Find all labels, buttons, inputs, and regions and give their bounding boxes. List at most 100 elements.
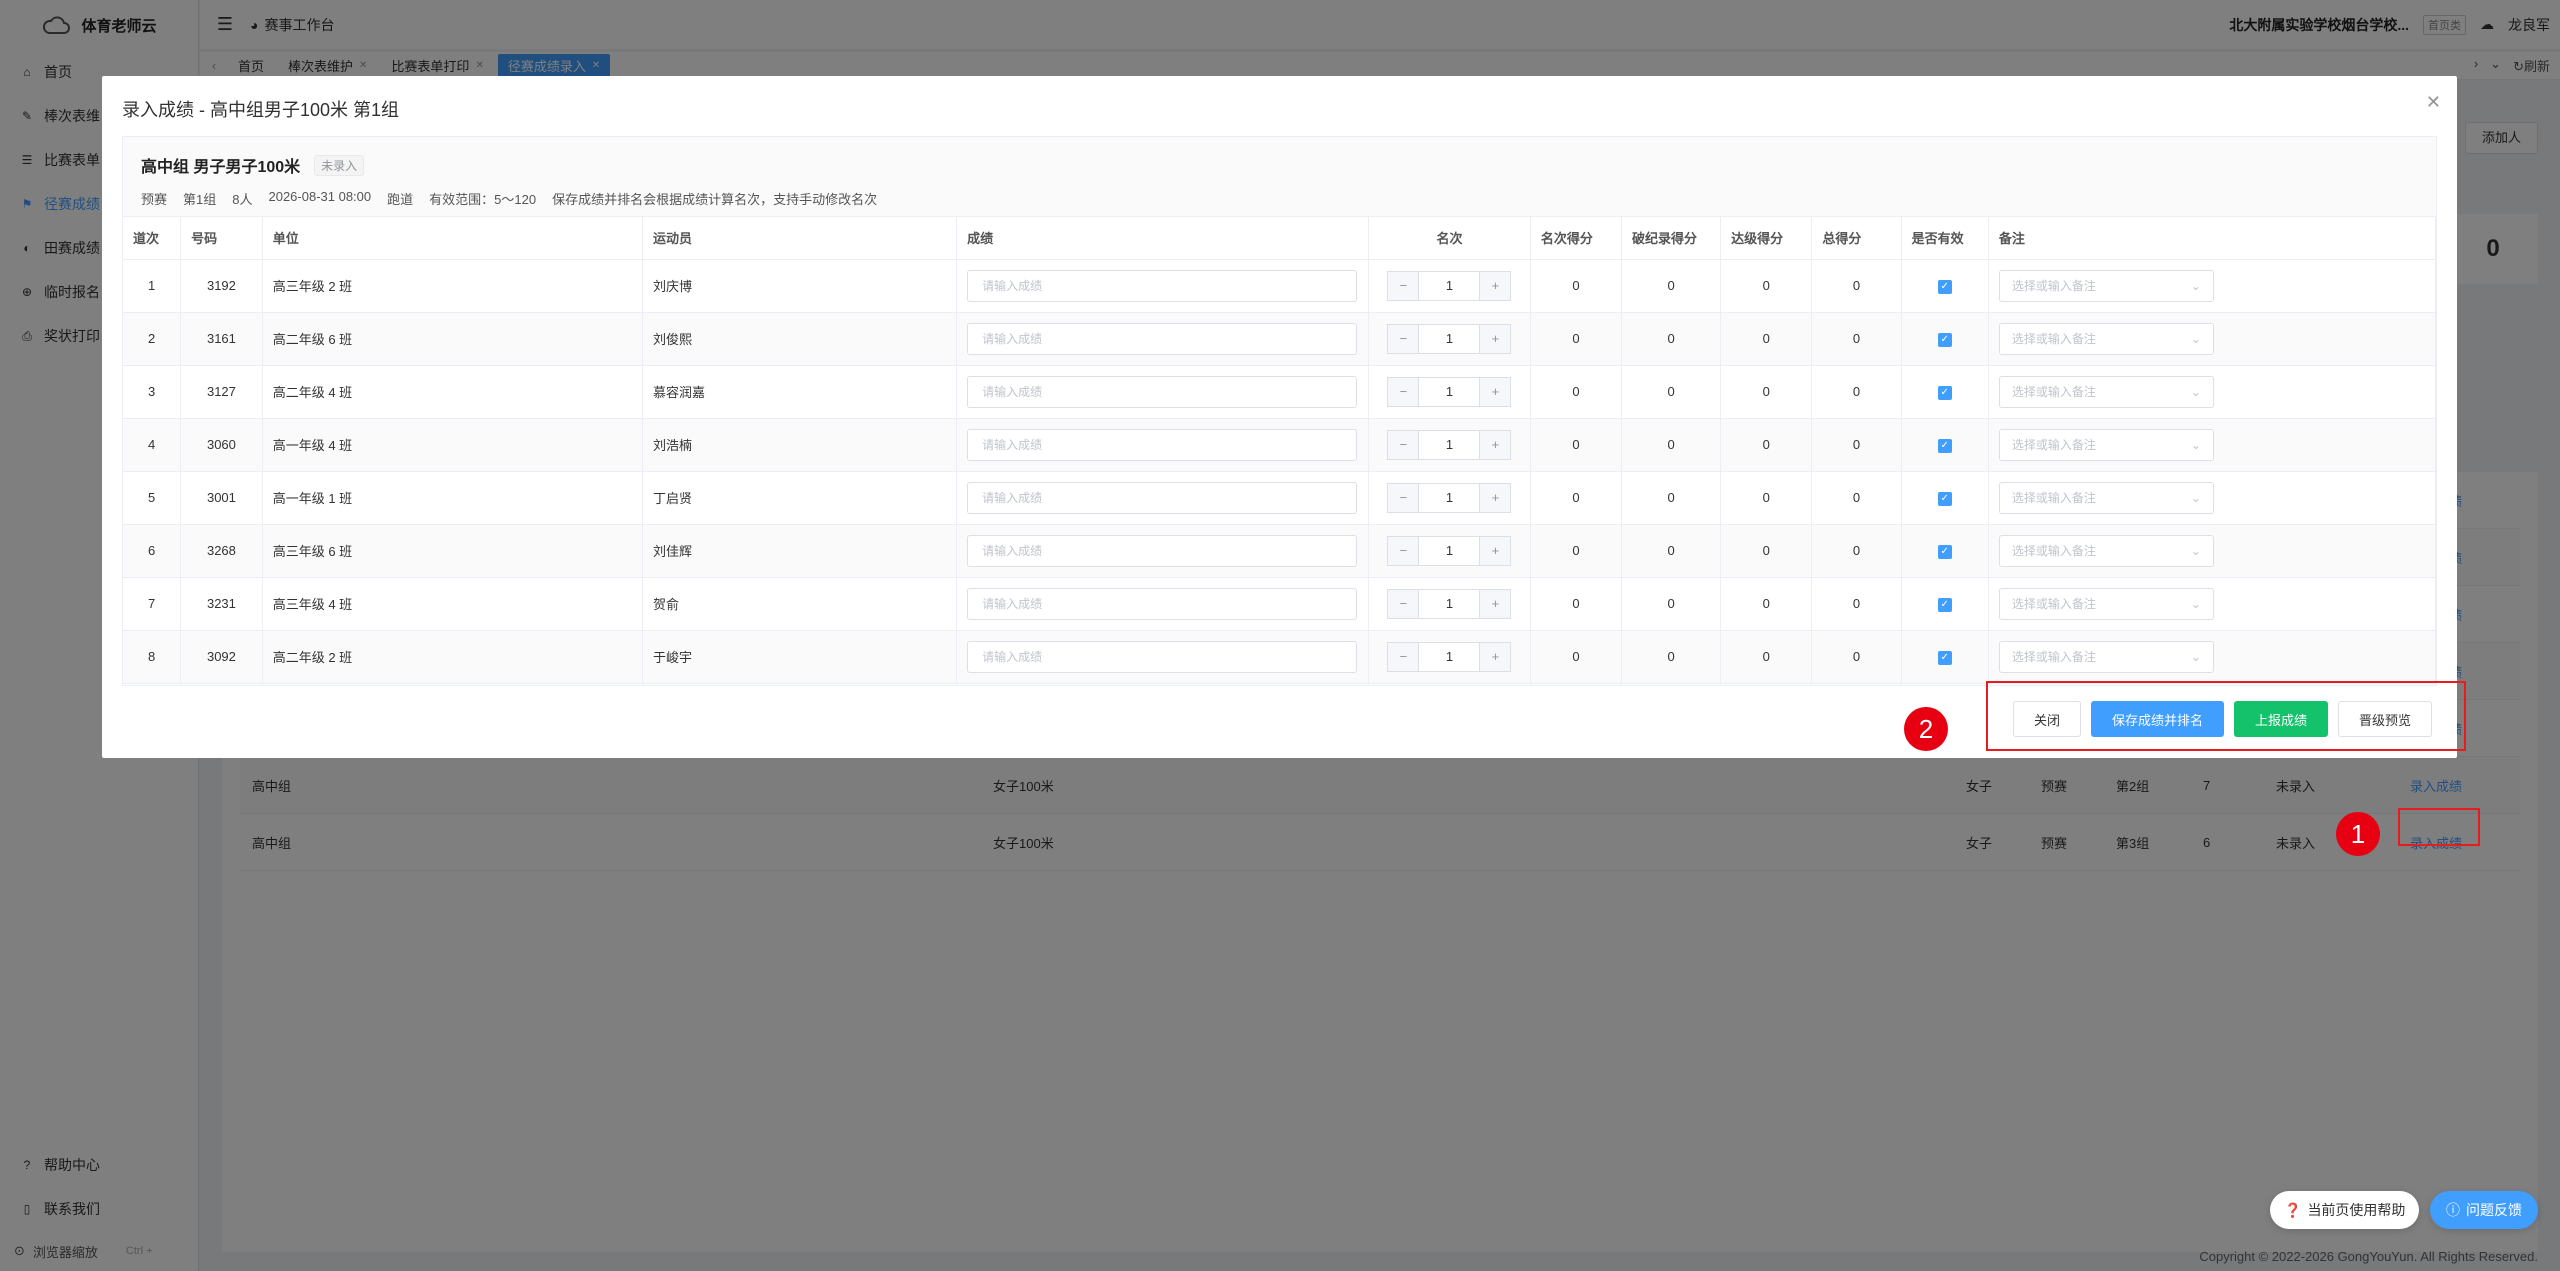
rank-value[interactable]: 1 [1419, 588, 1480, 619]
result-input[interactable]: 请输入成绩 [967, 375, 1358, 408]
annotation-box-enter-link [2398, 808, 2480, 846]
remark-cell: 选择或输入备注 ⌄ [1988, 471, 2437, 525]
number-cell: 3092 [180, 630, 263, 684]
feedback-icon: ⓘ [2446, 1202, 2460, 1218]
enter-results-dialog: 录入成绩 - 高中组男子100米 第1组 ✕ 高中组 男子男子100米 未录入 预… [102, 76, 2457, 758]
result-input[interactable]: 请输入成绩 [967, 428, 1358, 461]
plus-icon[interactable]: + [1479, 376, 1512, 407]
rank-stepper[interactable]: −1 + [1379, 641, 1520, 672]
event-meta-item: 第1组 [183, 192, 217, 207]
chevron-down-icon: ⌄ [2190, 331, 2201, 346]
remark-cell: 选择或输入备注 ⌄ [1988, 524, 2437, 578]
plus-icon[interactable]: + [1479, 535, 1512, 566]
column-header: 单位 [262, 217, 643, 260]
result-input[interactable]: 请输入成绩 [967, 640, 1358, 673]
remark-select[interactable]: 选择或输入备注 ⌄ [1998, 269, 2214, 302]
plus-icon[interactable]: + [1479, 270, 1512, 301]
valid-cell: ✓ [1901, 630, 1989, 684]
status-badge: 未录入 [314, 154, 365, 176]
result-input[interactable]: 请输入成绩 [967, 481, 1358, 514]
remark-placeholder: 选择或输入备注 [2011, 438, 2096, 452]
result-input[interactable]: 请输入成绩 [967, 322, 1358, 355]
rank-value[interactable]: 1 [1419, 482, 1480, 513]
rank-value[interactable]: 1 [1419, 429, 1480, 460]
minus-icon[interactable]: − [1387, 323, 1420, 354]
rank-score-cell: 0 [1530, 312, 1623, 366]
lane-cell: 6 [123, 524, 182, 578]
valid-checkbox[interactable]: ✓ [1937, 438, 1952, 453]
remark-select[interactable]: 选择或输入备注 ⌄ [1998, 481, 2214, 514]
event-meta-item: 2026-08-31 08:00 [268, 189, 372, 204]
valid-checkbox[interactable]: ✓ [1937, 279, 1952, 294]
feedback-button[interactable]: ⓘ 问题反馈 [2430, 1191, 2538, 1229]
level-score-cell: 0 [1720, 524, 1813, 578]
rank-stepper[interactable]: −1 + [1379, 323, 1520, 354]
rank-stepper[interactable]: −1 + [1379, 376, 1520, 407]
total-cell: 0 [1811, 418, 1902, 472]
result-input[interactable]: 请输入成绩 [967, 269, 1358, 302]
valid-checkbox[interactable]: ✓ [1937, 332, 1952, 347]
remark-select[interactable]: 选择或输入备注 ⌄ [1998, 428, 2214, 461]
remark-select[interactable]: 选择或输入备注 ⌄ [1998, 534, 2214, 567]
minus-icon[interactable]: − [1387, 535, 1420, 566]
lane-cell: 7 [123, 577, 182, 631]
record-score-cell: 0 [1621, 630, 1722, 684]
unit-cell: 高一年级 1 班 [262, 471, 643, 525]
minus-icon[interactable]: − [1387, 376, 1420, 407]
minus-icon[interactable]: − [1387, 429, 1420, 460]
rank-stepper[interactable]: −1 + [1379, 482, 1520, 513]
rank-stepper[interactable]: −1 + [1379, 270, 1520, 301]
number-cell: 3231 [180, 577, 263, 631]
minus-icon[interactable]: − [1387, 641, 1420, 672]
remark-select[interactable]: 选择或输入备注 ⌄ [1998, 375, 2214, 408]
remark-select[interactable]: 选择或输入备注 ⌄ [1998, 587, 2214, 620]
valid-checkbox[interactable]: ✓ [1937, 385, 1952, 400]
column-header: 号码 [180, 217, 263, 260]
rank-cell: −1 + [1368, 312, 1531, 366]
plus-icon[interactable]: + [1479, 588, 1512, 619]
rank-value[interactable]: 1 [1419, 535, 1480, 566]
record-score-cell: 0 [1621, 577, 1722, 631]
rank-value[interactable]: 1 [1419, 641, 1480, 672]
chevron-down-icon: ⌄ [2190, 384, 2201, 399]
level-score-cell: 0 [1720, 418, 1813, 472]
lane-cell: 3 [123, 365, 182, 419]
number-cell: 3161 [180, 312, 263, 366]
minus-icon[interactable]: − [1387, 482, 1420, 513]
valid-cell: ✓ [1901, 312, 1989, 366]
close-icon[interactable]: ✕ [2426, 92, 2441, 113]
result-input[interactable]: 请输入成绩 [967, 587, 1358, 620]
remark-cell: 选择或输入备注 ⌄ [1988, 630, 2437, 684]
valid-checkbox[interactable]: ✓ [1937, 491, 1952, 506]
rank-value[interactable]: 1 [1419, 323, 1480, 354]
plus-icon[interactable]: + [1479, 641, 1512, 672]
plus-icon[interactable]: + [1479, 429, 1512, 460]
page-help-button[interactable]: ❓ 当前页使用帮助 [2270, 1191, 2420, 1229]
minus-icon[interactable]: − [1387, 270, 1420, 301]
rank-stepper[interactable]: −1 + [1379, 535, 1520, 566]
chevron-down-icon: ⌄ [2190, 596, 2201, 611]
plus-icon[interactable]: + [1479, 482, 1512, 513]
minus-icon[interactable]: − [1387, 588, 1420, 619]
result-row: 3 3127 高二年级 4 班慕容润嘉 请输入成绩 −1 +0 0 0 0 ✓ 选择或输入备注 ⌄ [123, 365, 2437, 419]
valid-checkbox[interactable]: ✓ [1937, 597, 1952, 612]
rank-value[interactable]: 1 [1419, 376, 1480, 407]
number-cell: 3127 [180, 365, 263, 419]
remark-select[interactable]: 选择或输入备注 ⌄ [1998, 640, 2214, 673]
plus-icon[interactable]: + [1479, 323, 1512, 354]
record-score-cell: 0 [1621, 259, 1722, 313]
athlete-cell: 慕容润嘉 [642, 365, 958, 419]
remark-select[interactable]: 选择或输入备注 ⌄ [1998, 322, 2214, 355]
column-header: 备注 [1988, 217, 2437, 260]
result-input[interactable]: 请输入成绩 [967, 534, 1358, 567]
rank-stepper[interactable]: −1 + [1379, 429, 1520, 460]
result-cell: 请输入成绩 [956, 312, 1370, 366]
rank-stepper[interactable]: −1 + [1379, 588, 1520, 619]
rank-cell: −1 + [1368, 524, 1531, 578]
remark-placeholder: 选择或输入备注 [2011, 597, 2096, 611]
valid-checkbox[interactable]: ✓ [1937, 544, 1952, 559]
total-cell: 0 [1811, 471, 1902, 525]
valid-checkbox[interactable]: ✓ [1937, 650, 1952, 665]
total-cell: 0 [1811, 365, 1902, 419]
rank-value[interactable]: 1 [1419, 270, 1480, 301]
